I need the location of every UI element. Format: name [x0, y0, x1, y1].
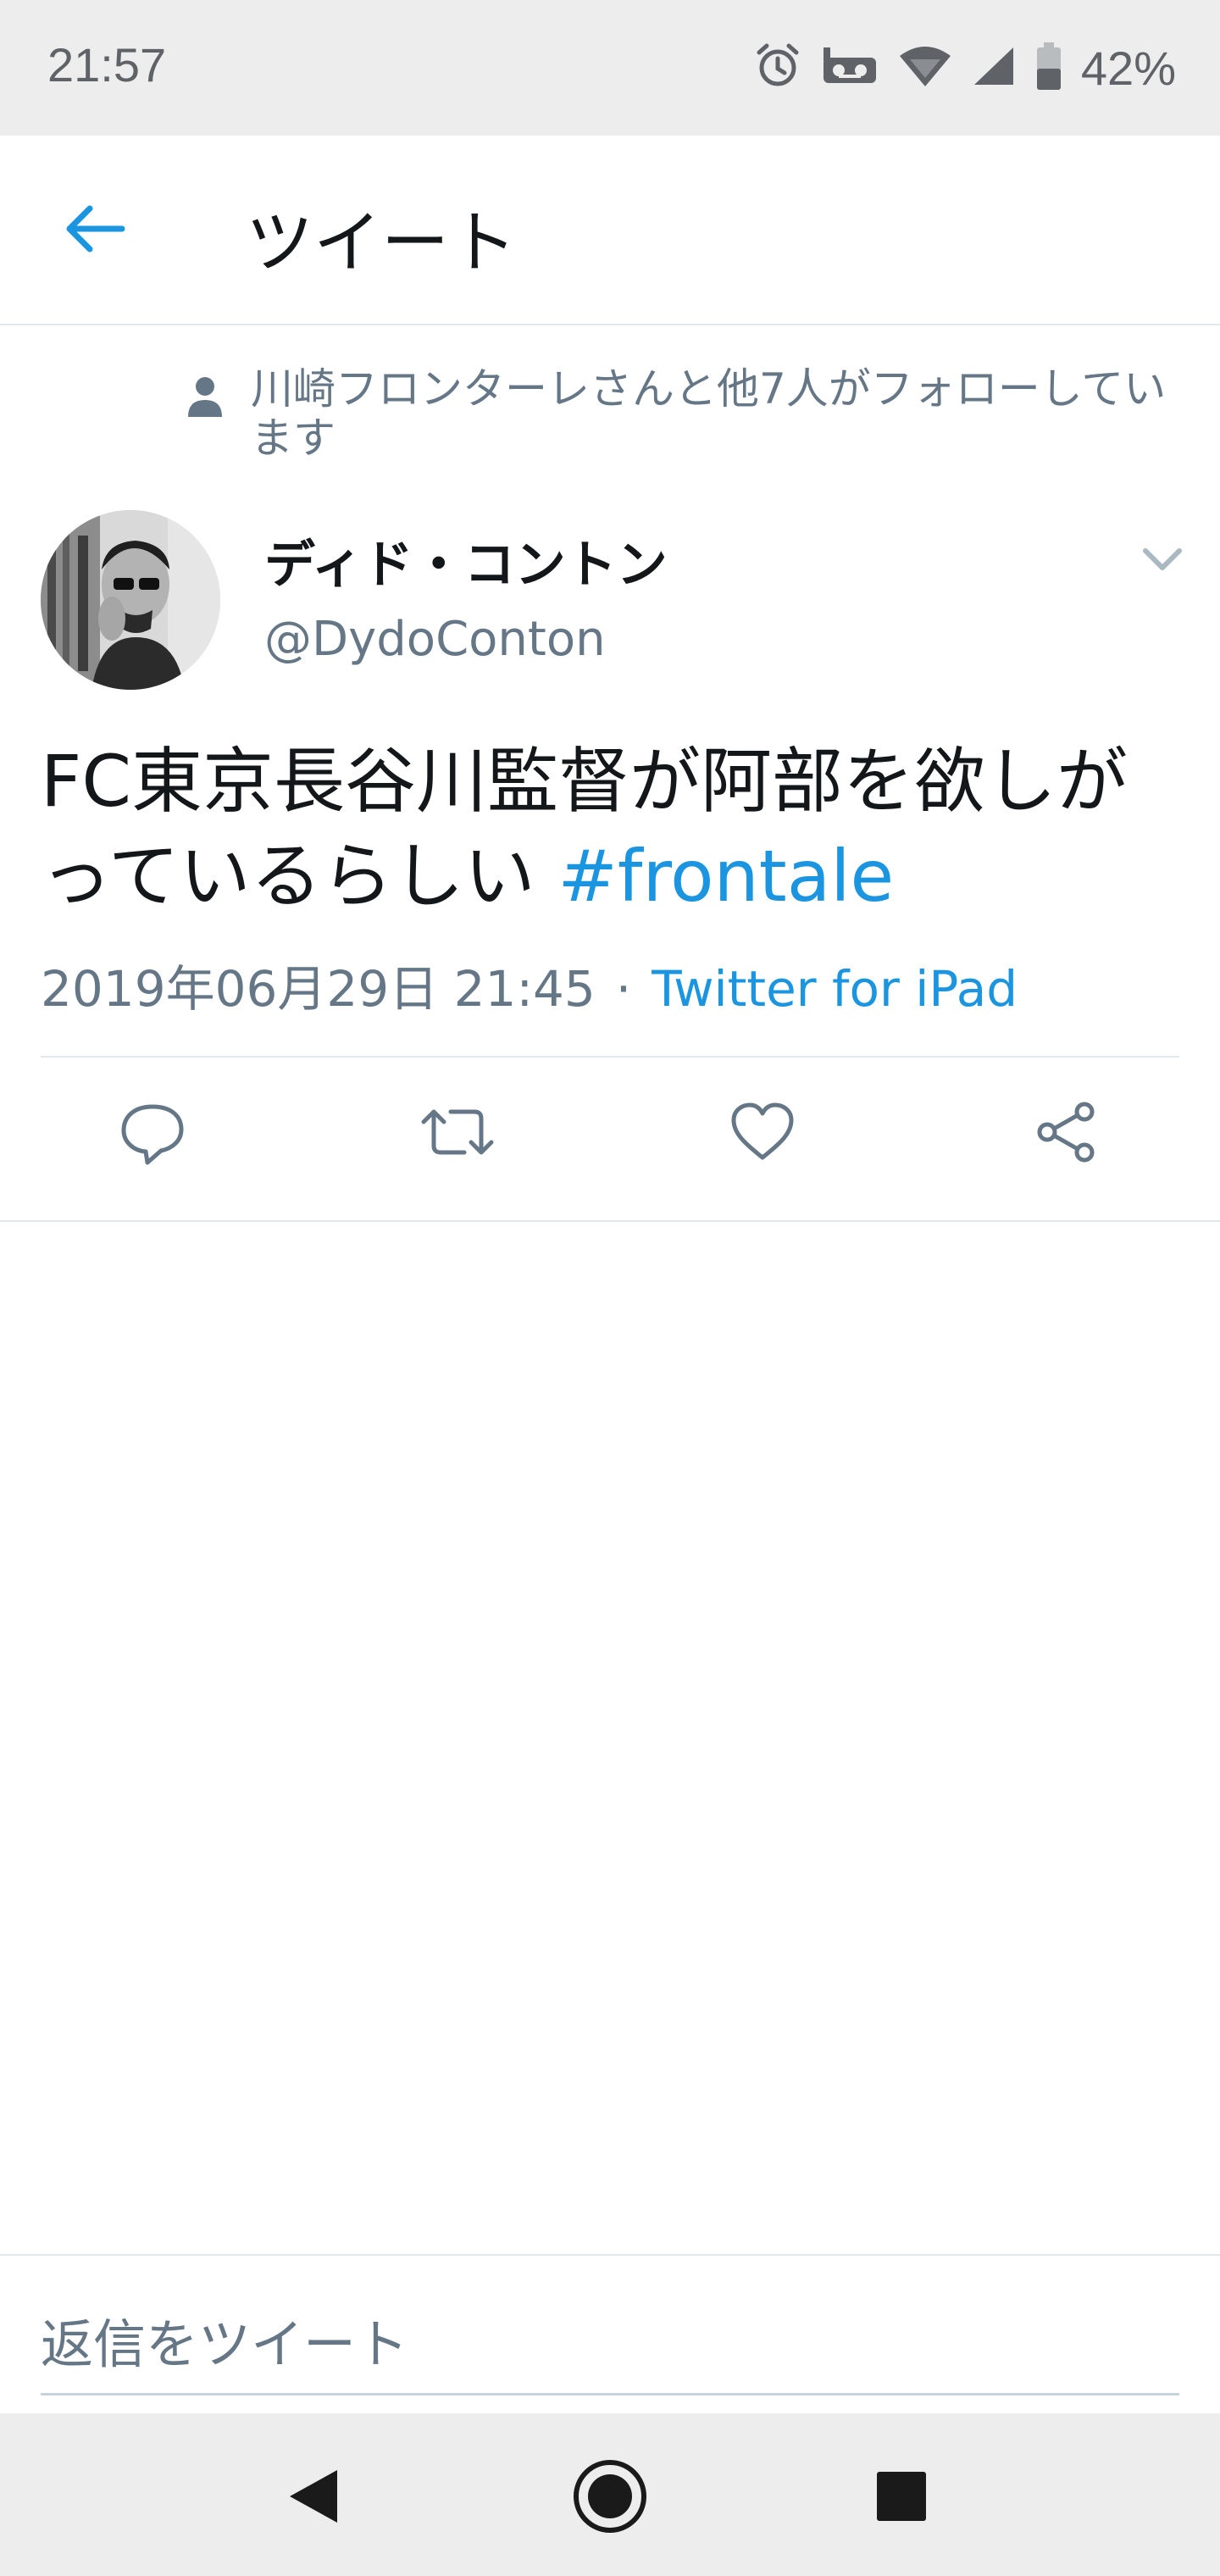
tweet-text: FC東京長谷川監督が阿部を欲しがっているらしい #frontale — [41, 734, 1193, 924]
status-bar: 21:57 42% — [0, 0, 1220, 136]
reply-input[interactable]: 返信をツイート — [41, 2301, 408, 2378]
tweet-menu-button[interactable] — [1140, 542, 1184, 576]
hashtag-link[interactable]: #frontale — [558, 835, 895, 918]
retweet-icon — [417, 1098, 498, 1169]
battery-percent: 42% — [1080, 41, 1176, 95]
battery-icon — [1035, 41, 1062, 95]
person-icon — [186, 375, 224, 422]
arrow-left-icon — [64, 203, 125, 258]
page-title: ツイート — [246, 203, 517, 282]
share-button[interactable] — [1025, 1091, 1110, 1176]
nav-home-button[interactable] — [568, 2456, 652, 2540]
like-button[interactable] — [720, 1091, 805, 1176]
reply-icon — [119, 1098, 186, 1169]
status-icons: 42% — [754, 34, 1176, 102]
chevron-down-icon — [1140, 548, 1184, 580]
tweet-meta: 2019年06月29日 21:45 · Twitter for iPad — [41, 949, 1018, 1020]
retweet-button[interactable] — [415, 1091, 500, 1176]
divider — [0, 1220, 1220, 1222]
reply-button[interactable] — [110, 1091, 195, 1176]
circle-home-icon — [571, 2457, 649, 2539]
system-nav-bar — [0, 2413, 1220, 2576]
social-context[interactable]: 川崎フロンターレさんと他7人がフォローしています — [186, 364, 1169, 463]
nav-recents-button[interactable] — [859, 2456, 944, 2540]
reply-input-underline — [41, 2393, 1179, 2396]
divider — [0, 2254, 1220, 2256]
app-bar: ツイート — [0, 136, 1220, 325]
voicemail-icon — [820, 42, 879, 93]
status-time: 21:57 — [47, 38, 167, 92]
share-icon — [1034, 1098, 1101, 1169]
back-button[interactable] — [61, 197, 129, 264]
avatar[interactable] — [41, 510, 220, 690]
author-handle[interactable]: @DydoConton — [264, 612, 606, 667]
nav-back-button[interactable] — [271, 2456, 356, 2540]
tweet-actions — [0, 1091, 1220, 1185]
heart-icon — [729, 1098, 796, 1169]
alarm-icon — [754, 42, 801, 93]
triangle-back-icon — [286, 2467, 341, 2529]
tweet-timestamp: 2019年06月29日 21:45 — [41, 960, 596, 1018]
meta-separator: · — [615, 960, 632, 1018]
signal-icon — [971, 42, 1017, 93]
divider — [41, 1056, 1179, 1058]
wifi-icon — [898, 42, 952, 93]
tweet-source-link[interactable]: Twitter for iPad — [652, 960, 1018, 1018]
social-context-text: 川崎フロンターレさんと他7人がフォローしています — [251, 364, 1167, 463]
square-recents-icon — [875, 2470, 928, 2526]
author-name[interactable]: ディド・コントン — [264, 524, 668, 597]
